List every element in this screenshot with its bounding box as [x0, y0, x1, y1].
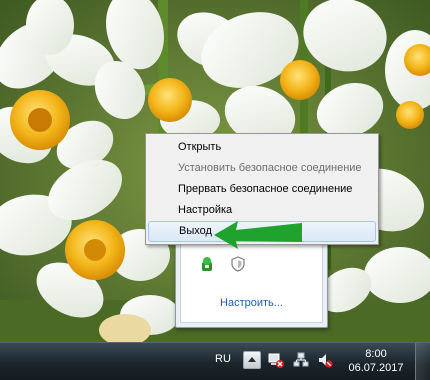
network-error-icon[interactable]: [268, 352, 284, 368]
menu-item-open[interactable]: Открыть: [148, 137, 376, 158]
chevron-up-icon: [248, 357, 256, 362]
arrow-shape: [214, 221, 302, 249]
language-indicator[interactable]: RU: [215, 353, 231, 365]
system-clock[interactable]: 8:00 06.07.2017: [346, 347, 406, 375]
clock-time: 8:00: [365, 348, 387, 360]
tray-overflow-button[interactable]: [243, 351, 261, 369]
clock-date: 06.07.2017: [348, 362, 404, 374]
taskbar: RU 8:00 06.07.2017: [0, 342, 430, 380]
annotation-arrow: [214, 221, 302, 249]
desktop-screen: Настроить... Открыть Установить безопасн…: [0, 0, 430, 380]
speaker-muted-icon[interactable]: [317, 352, 333, 368]
customize-link[interactable]: Настроить...: [181, 297, 322, 309]
menu-item-establish-connection[interactable]: Установить безопасное соединение: [148, 158, 376, 179]
show-desktop-button[interactable]: [415, 343, 430, 380]
shield-icon[interactable]: [230, 256, 246, 272]
menu-item-break-connection[interactable]: Прервать безопасное соединение: [148, 179, 376, 200]
vpn-agent-icon[interactable]: [199, 256, 215, 272]
network-icon[interactable]: [293, 352, 309, 368]
